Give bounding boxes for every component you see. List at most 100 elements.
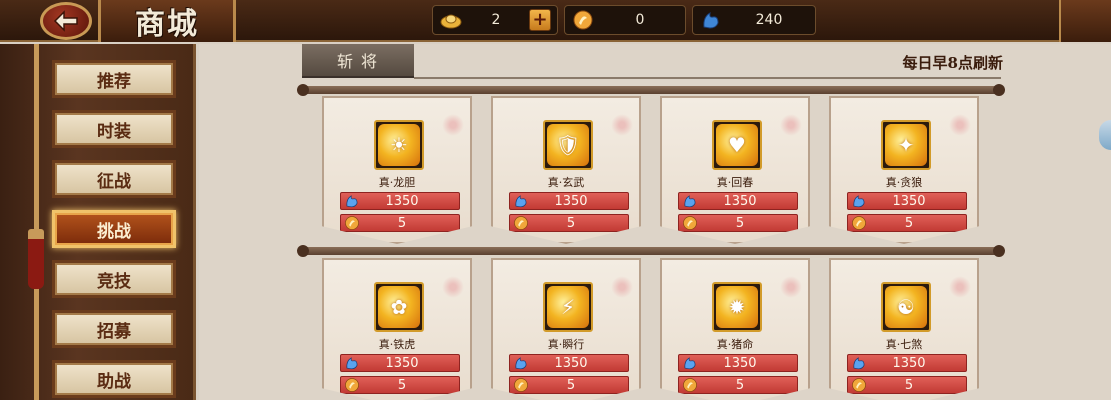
blue-price-button[interactable]: 1350 (847, 192, 967, 210)
sidebar-item-recruit[interactable]: 招募 (52, 310, 176, 348)
sidebar-item-challenge[interactable]: 挑战 (52, 210, 176, 248)
coin-icon (681, 214, 699, 232)
coin-price-value: 5 (904, 215, 914, 231)
item-icon-frame[interactable]: ☀ (374, 120, 424, 170)
coin-icon (512, 214, 530, 232)
blue-price-button[interactable]: 1350 (340, 192, 460, 210)
category-sidebar: 推荐 时装 征战 挑战 竞技 招募 助战 (0, 44, 196, 400)
plum-blossom-decoration (442, 276, 464, 298)
coin-icon (571, 8, 595, 32)
item-name: 真·瞬行 (547, 338, 585, 351)
sidebar-item-recommend[interactable]: 推荐 (52, 60, 176, 98)
coin-price-button[interactable]: 5 (678, 376, 798, 394)
sidebar-item-arena[interactable]: 竞技 (52, 260, 176, 298)
plum-blossom-decoration (611, 114, 633, 136)
coin-icon (850, 214, 868, 232)
item-icon-frame[interactable]: ☯ (881, 282, 931, 332)
coin-price-value: 5 (397, 215, 407, 231)
blue-price-value: 1350 (554, 193, 588, 209)
coin-price-button[interactable]: 5 (847, 376, 967, 394)
coin-price-button[interactable]: 5 (847, 214, 967, 232)
item-icon-frame[interactable]: 🛡 (543, 120, 593, 170)
plum-blossom-decoration (949, 276, 971, 298)
blue-crest-icon (343, 192, 361, 210)
coin-price-value: 5 (904, 377, 914, 393)
coin-icon (343, 376, 361, 394)
blue-price-button[interactable]: 1350 (678, 192, 798, 210)
shop-item-card[interactable]: ✹ 真·猪命 1350 5 (660, 258, 810, 400)
hanging-rod-bottom (297, 245, 1005, 257)
tassel-ornament (28, 229, 44, 289)
item-icon-frame[interactable]: ⚡ (543, 282, 593, 332)
shop-item-card[interactable]: ✿ 真·铁虎 1350 5 (322, 258, 472, 400)
shop-item-card[interactable]: ☯ 真·七煞 1350 5 (829, 258, 979, 400)
shop-item-card[interactable]: ☀ 真·龙胆 1350 5 (322, 96, 472, 244)
coin-price-button[interactable]: 5 (340, 376, 460, 394)
add-gold-button[interactable]: + (529, 9, 551, 31)
blue-crest-icon (512, 354, 530, 372)
item-name: 真·玄武 (547, 176, 585, 189)
sidebar-rail (34, 44, 39, 400)
shop-item-card[interactable]: 🛡 真·玄武 1350 5 (491, 96, 641, 244)
page-title: 商城 (135, 7, 199, 42)
blue-price-value: 1350 (723, 193, 757, 209)
skill-orb-icon: ✹ (716, 286, 758, 328)
gold-ingot-icon (439, 8, 463, 32)
skill-orb-icon: ✦ (885, 124, 927, 166)
item-icon-frame[interactable]: ✹ (712, 282, 762, 332)
blue-price-button[interactable]: 1350 (847, 354, 967, 372)
item-name: 真·七煞 (885, 338, 923, 351)
plum-blossom-decoration (780, 114, 802, 136)
header-divider (414, 77, 1001, 79)
item-name: 真·猪命 (716, 338, 754, 351)
plum-blossom-decoration (611, 276, 633, 298)
coin-value: 0 (635, 12, 645, 28)
coin-price-button[interactable]: 5 (509, 376, 629, 394)
back-arrow-icon (53, 10, 78, 32)
sidebar-item-campaign[interactable]: 征战 (52, 160, 176, 198)
coin-price-button[interactable]: 5 (509, 214, 629, 232)
item-name: 真·贪狼 (885, 176, 923, 189)
skill-orb-icon: ✿ (378, 286, 420, 328)
item-icon-frame[interactable]: ✦ (881, 120, 931, 170)
back-button[interactable] (40, 2, 92, 40)
blue-price-button[interactable]: 1350 (340, 354, 460, 372)
sidebar-item-fashion[interactable]: 时装 (52, 110, 176, 148)
item-name: 真·回春 (716, 176, 754, 189)
shop-item-card[interactable]: ♥ 真·回春 1350 5 (660, 96, 810, 244)
shop-item-card[interactable]: ⚡ 真·瞬行 1350 5 (491, 258, 641, 400)
plum-blossom-decoration (780, 276, 802, 298)
coin-price-button[interactable]: 5 (340, 214, 460, 232)
sidebar-item-assist[interactable]: 助战 (52, 360, 176, 398)
item-icon-frame[interactable]: ♥ (712, 120, 762, 170)
coin-price-button[interactable]: 5 (678, 214, 798, 232)
blue-crest-icon (850, 192, 868, 210)
coin-icon (850, 376, 868, 394)
skill-orb-icon: ⚡ (547, 286, 589, 328)
side-drawer-tab[interactable] (1099, 120, 1111, 150)
shop-main-panel: 斩将 每日早8点刷新 ☀ 真·龙胆 1350 5 🛡 真·玄武 1350 5 ♥ 真·回春 1350… (199, 44, 1111, 400)
blue-price-button[interactable]: 1350 (509, 192, 629, 210)
corner-ornament (1059, 0, 1111, 42)
blue-price-button[interactable]: 1350 (678, 354, 798, 372)
coin-price-value: 5 (566, 377, 576, 393)
blue-crest-icon (512, 192, 530, 210)
blue-crest-value: 240 (755, 12, 783, 28)
item-name: 真·铁虎 (378, 338, 416, 351)
hanging-rod-top (297, 84, 1005, 96)
blue-crest-icon (681, 354, 699, 372)
coin-price-value: 5 (735, 377, 745, 393)
coin-icon (512, 376, 530, 394)
shop-item-card[interactable]: ✦ 真·贪狼 1350 5 (829, 96, 979, 244)
item-icon-frame[interactable]: ✿ (374, 282, 424, 332)
blue-crest-icon (343, 354, 361, 372)
blue-price-button[interactable]: 1350 (509, 354, 629, 372)
currency-blue-crest: 240 (692, 5, 816, 35)
currency-coin: 0 (564, 5, 686, 35)
shop-title-plate: 商城 (98, 0, 236, 42)
blue-crest-icon (850, 354, 868, 372)
blue-price-value: 1350 (892, 193, 926, 209)
tab-xinjiang[interactable]: 斩将 (302, 44, 414, 78)
top-bar: 商城 2 + 0 240 (0, 0, 1111, 42)
blue-crest-icon (699, 8, 723, 32)
